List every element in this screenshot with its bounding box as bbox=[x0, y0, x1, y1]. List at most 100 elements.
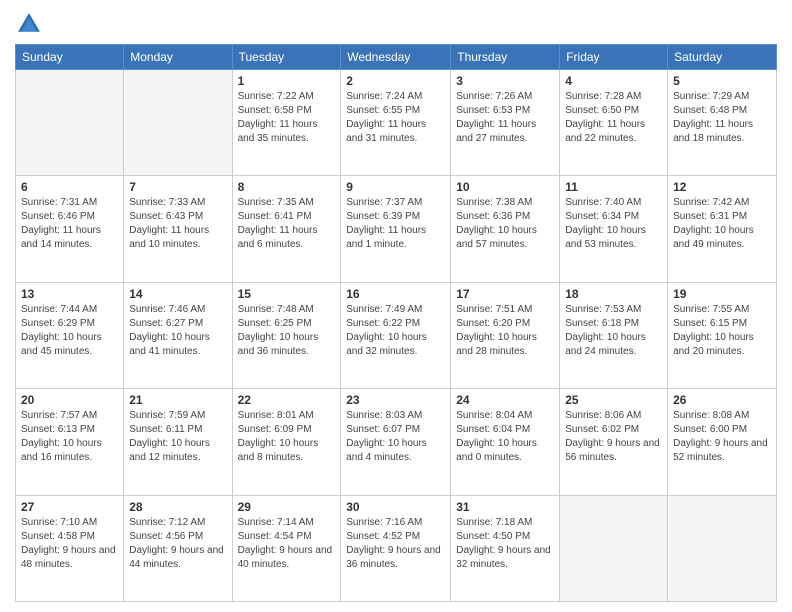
day-number: 24 bbox=[456, 393, 554, 407]
calendar-cell: 14 Sunrise: 7:46 AM Sunset: 6:27 PM Dayli… bbox=[124, 282, 232, 388]
calendar-cell: 30 Sunrise: 7:16 AM Sunset: 4:52 PM Dayli… bbox=[341, 495, 451, 601]
day-number: 28 bbox=[129, 500, 226, 514]
day-number: 29 bbox=[238, 500, 336, 514]
day-info: Sunrise: 7:31 AM Sunset: 6:46 PM Dayligh… bbox=[21, 196, 118, 252]
logo bbox=[15, 10, 47, 38]
calendar-cell: 29 Sunrise: 7:14 AM Sunset: 4:54 PM Dayli… bbox=[232, 495, 341, 601]
week-row-2: 6 Sunrise: 7:31 AM Sunset: 6:46 PM Daylig… bbox=[16, 176, 777, 282]
week-row-3: 13 Sunrise: 7:44 AM Sunset: 6:29 PM Dayli… bbox=[16, 282, 777, 388]
day-number: 26 bbox=[673, 393, 771, 407]
day-number: 23 bbox=[346, 393, 445, 407]
calendar-cell: 7 Sunrise: 7:33 AM Sunset: 6:43 PM Daylig… bbox=[124, 176, 232, 282]
day-info: Sunrise: 8:08 AM Sunset: 6:00 PM Dayligh… bbox=[673, 409, 771, 465]
day-info: Sunrise: 7:49 AM Sunset: 6:22 PM Dayligh… bbox=[346, 303, 445, 359]
day-number: 19 bbox=[673, 287, 771, 301]
day-info: Sunrise: 7:12 AM Sunset: 4:56 PM Dayligh… bbox=[129, 516, 226, 572]
day-info: Sunrise: 7:10 AM Sunset: 4:58 PM Dayligh… bbox=[21, 516, 118, 572]
calendar-cell bbox=[124, 70, 232, 176]
weekday-header-wednesday: Wednesday bbox=[341, 45, 451, 70]
day-number: 18 bbox=[565, 287, 662, 301]
calendar-cell: 23 Sunrise: 8:03 AM Sunset: 6:07 PM Dayli… bbox=[341, 389, 451, 495]
weekday-header-row: SundayMondayTuesdayWednesdayThursdayFrid… bbox=[16, 45, 777, 70]
day-info: Sunrise: 8:03 AM Sunset: 6:07 PM Dayligh… bbox=[346, 409, 445, 465]
day-info: Sunrise: 7:40 AM Sunset: 6:34 PM Dayligh… bbox=[565, 196, 662, 252]
day-number: 9 bbox=[346, 180, 445, 194]
calendar-cell: 15Sunrise: 7:48 AM Sunset: 6:25 PM Dayli… bbox=[232, 282, 341, 388]
weekday-header-monday: Monday bbox=[124, 45, 232, 70]
calendar-cell: 18Sunrise: 7:53 AM Sunset: 6:18 PM Dayli… bbox=[560, 282, 668, 388]
week-row-5: 27 Sunrise: 7:10 AM Sunset: 4:58 PM Dayli… bbox=[16, 495, 777, 601]
calendar-cell: 31 Sunrise: 7:18 AM Sunset: 4:50 PM Dayli… bbox=[451, 495, 560, 601]
calendar-cell bbox=[560, 495, 668, 601]
calendar-cell: 24 Sunrise: 8:04 AM Sunset: 6:04 PM Dayli… bbox=[451, 389, 560, 495]
day-number: 21 bbox=[129, 393, 226, 407]
calendar-cell: 10 Sunrise: 7:38 AM Sunset: 6:36 PM Dayli… bbox=[451, 176, 560, 282]
day-number: 1 bbox=[238, 74, 336, 88]
day-number: 30 bbox=[346, 500, 445, 514]
day-info: Sunrise: 8:04 AM Sunset: 6:04 PM Dayligh… bbox=[456, 409, 554, 465]
day-number: 13 bbox=[21, 287, 118, 301]
calendar-cell: 1 Sunrise: 7:22 AM Sunset: 6:58 PM Daylig… bbox=[232, 70, 341, 176]
day-info: Sunrise: 7:38 AM Sunset: 6:36 PM Dayligh… bbox=[456, 196, 554, 252]
calendar-cell: 8 Sunrise: 7:35 AM Sunset: 6:41 PM Daylig… bbox=[232, 176, 341, 282]
day-info: Sunrise: 7:33 AM Sunset: 6:43 PM Dayligh… bbox=[129, 196, 226, 252]
weekday-header-saturday: Saturday bbox=[668, 45, 777, 70]
day-number: 6 bbox=[21, 180, 118, 194]
day-info: Sunrise: 7:46 AM Sunset: 6:27 PM Dayligh… bbox=[129, 303, 226, 359]
day-info: Sunrise: 7:51 AM Sunset: 6:20 PM Dayligh… bbox=[456, 303, 554, 359]
calendar-cell: 12 Sunrise: 7:42 AM Sunset: 6:31 PM Dayli… bbox=[668, 176, 777, 282]
day-number: 25 bbox=[565, 393, 662, 407]
day-info: Sunrise: 8:01 AM Sunset: 6:09 PM Dayligh… bbox=[238, 409, 336, 465]
day-number: 4 bbox=[565, 74, 662, 88]
day-number: 12 bbox=[673, 180, 771, 194]
page: SundayMondayTuesdayWednesdayThursdayFrid… bbox=[0, 0, 792, 612]
day-number: 31 bbox=[456, 500, 554, 514]
day-info: Sunrise: 7:26 AM Sunset: 6:53 PM Dayligh… bbox=[456, 90, 554, 146]
calendar-cell bbox=[16, 70, 124, 176]
day-number: 2 bbox=[346, 74, 445, 88]
logo-icon bbox=[15, 10, 43, 38]
calendar-cell: 2 Sunrise: 7:24 AM Sunset: 6:55 PM Daylig… bbox=[341, 70, 451, 176]
day-number: 15 bbox=[238, 287, 336, 301]
calendar-cell: 19 Sunrise: 7:55 AM Sunset: 6:15 PM Dayli… bbox=[668, 282, 777, 388]
day-number: 14 bbox=[129, 287, 226, 301]
week-row-1: 1 Sunrise: 7:22 AM Sunset: 6:58 PM Daylig… bbox=[16, 70, 777, 176]
day-info: Sunrise: 7:35 AM Sunset: 6:41 PM Dayligh… bbox=[238, 196, 336, 252]
day-info: Sunrise: 7:22 AM Sunset: 6:58 PM Dayligh… bbox=[238, 90, 336, 146]
day-number: 10 bbox=[456, 180, 554, 194]
calendar-cell: 11Sunrise: 7:40 AM Sunset: 6:34 PM Dayli… bbox=[560, 176, 668, 282]
calendar-cell: 5 Sunrise: 7:29 AM Sunset: 6:48 PM Daylig… bbox=[668, 70, 777, 176]
day-info: Sunrise: 7:59 AM Sunset: 6:11 PM Dayligh… bbox=[129, 409, 226, 465]
day-info: Sunrise: 7:57 AM Sunset: 6:13 PM Dayligh… bbox=[21, 409, 118, 465]
calendar-cell: 20 Sunrise: 7:57 AM Sunset: 6:13 PM Dayli… bbox=[16, 389, 124, 495]
day-info: Sunrise: 7:18 AM Sunset: 4:50 PM Dayligh… bbox=[456, 516, 554, 572]
day-number: 3 bbox=[456, 74, 554, 88]
day-info: Sunrise: 7:55 AM Sunset: 6:15 PM Dayligh… bbox=[673, 303, 771, 359]
day-number: 8 bbox=[238, 180, 336, 194]
calendar-cell: 3 Sunrise: 7:26 AM Sunset: 6:53 PM Daylig… bbox=[451, 70, 560, 176]
day-number: 7 bbox=[129, 180, 226, 194]
calendar-cell: 27 Sunrise: 7:10 AM Sunset: 4:58 PM Dayli… bbox=[16, 495, 124, 601]
calendar-cell: 22Sunrise: 8:01 AM Sunset: 6:09 PM Dayli… bbox=[232, 389, 341, 495]
header bbox=[15, 10, 777, 38]
day-info: Sunrise: 7:37 AM Sunset: 6:39 PM Dayligh… bbox=[346, 196, 445, 252]
day-info: Sunrise: 7:24 AM Sunset: 6:55 PM Dayligh… bbox=[346, 90, 445, 146]
day-info: Sunrise: 7:29 AM Sunset: 6:48 PM Dayligh… bbox=[673, 90, 771, 146]
calendar-cell bbox=[668, 495, 777, 601]
day-info: Sunrise: 7:42 AM Sunset: 6:31 PM Dayligh… bbox=[673, 196, 771, 252]
day-number: 17 bbox=[456, 287, 554, 301]
day-info: Sunrise: 7:44 AM Sunset: 6:29 PM Dayligh… bbox=[21, 303, 118, 359]
calendar-cell: 25Sunrise: 8:06 AM Sunset: 6:02 PM Dayli… bbox=[560, 389, 668, 495]
calendar-cell: 13 Sunrise: 7:44 AM Sunset: 6:29 PM Dayli… bbox=[16, 282, 124, 388]
week-row-4: 20 Sunrise: 7:57 AM Sunset: 6:13 PM Dayli… bbox=[16, 389, 777, 495]
calendar-cell: 9 Sunrise: 7:37 AM Sunset: 6:39 PM Daylig… bbox=[341, 176, 451, 282]
day-number: 20 bbox=[21, 393, 118, 407]
day-number: 27 bbox=[21, 500, 118, 514]
day-info: Sunrise: 7:16 AM Sunset: 4:52 PM Dayligh… bbox=[346, 516, 445, 572]
calendar-cell: 16 Sunrise: 7:49 AM Sunset: 6:22 PM Dayli… bbox=[341, 282, 451, 388]
weekday-header-sunday: Sunday bbox=[16, 45, 124, 70]
weekday-header-tuesday: Tuesday bbox=[232, 45, 341, 70]
day-number: 16 bbox=[346, 287, 445, 301]
day-number: 5 bbox=[673, 74, 771, 88]
day-info: Sunrise: 7:14 AM Sunset: 4:54 PM Dayligh… bbox=[238, 516, 336, 572]
